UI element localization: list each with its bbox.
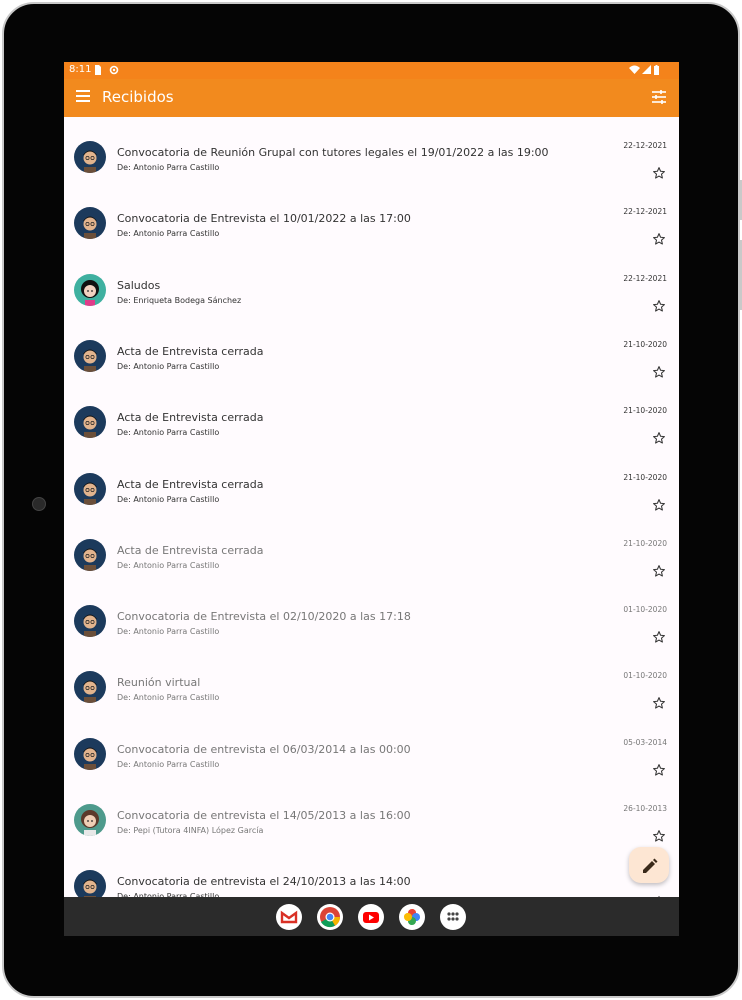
screen: 8:11 Recibidos Convocatoria de Reunión G…: [64, 62, 679, 936]
android-nav-bar: [64, 897, 679, 936]
message-item[interactable]: Acta de Entrevista cerrada De: Antonio Pa…: [64, 515, 679, 581]
star-icon[interactable]: [652, 695, 666, 709]
message-subject: Saludos: [117, 278, 161, 292]
message-subject: Convocatoria de entrevista el 06/03/2014…: [117, 742, 411, 756]
message-date: 01-10-2020: [623, 671, 667, 681]
message-date: 21-10-2020: [623, 339, 667, 349]
avatar: [74, 339, 106, 372]
avatar: [74, 671, 106, 704]
message-subject: Convocatoria de Entrevista el 02/10/2020…: [117, 610, 411, 624]
message-sender: De: Antonio Parra Castillo: [117, 229, 220, 239]
avatar: [74, 804, 106, 836]
page-title: Recibidos: [102, 88, 174, 106]
star-icon[interactable]: [652, 828, 666, 842]
message-sender: De: Antonio Parra Castillo: [117, 163, 220, 172]
avatar: [74, 737, 106, 770]
message-subject: Acta de Entrevista cerrada: [117, 477, 264, 491]
message-subject: Convocatoria de entrevista el 14/05/2013…: [117, 809, 411, 822]
message-item[interactable]: Acta de Entrevista cerrada De: Antonio Pa…: [64, 449, 679, 515]
message-item[interactable]: Convocatoria de Entrevista el 10/01/2022…: [64, 183, 679, 249]
status-time: 8:11: [69, 64, 92, 75]
avatar: [74, 406, 106, 439]
message-date: 22-12-2021: [623, 273, 667, 283]
message-date: 05-03-2014: [623, 737, 667, 747]
wifi-icon: [629, 65, 640, 75]
gmail-icon[interactable]: [276, 904, 302, 930]
message-date: 22-12-2021: [623, 141, 667, 150]
message-sender: De: Antonio Parra Castillo: [117, 428, 220, 438]
message-item[interactable]: Convocatoria de entrevista el 06/03/2014…: [64, 714, 679, 780]
message-sender: De: Antonio Parra Castillo: [117, 560, 220, 570]
menu-icon[interactable]: [76, 90, 90, 104]
message-subject: Reunión virtual: [117, 676, 201, 690]
message-sender: De: Enriqueta Bodega Sánchez: [117, 295, 242, 305]
message-list: Convocatoria de Reunión Grupal con tutor…: [64, 117, 679, 897]
avatar: [74, 870, 106, 897]
avatar: [74, 273, 106, 306]
message-item[interactable]: Saludos De: Enriqueta Bodega Sánchez 22-12…: [64, 250, 679, 316]
star-icon[interactable]: [652, 629, 666, 643]
star-icon[interactable]: [652, 364, 666, 378]
star-icon[interactable]: [652, 165, 666, 179]
avatar: [74, 141, 106, 173]
message-sender: De: Antonio Parra Castillo: [117, 627, 220, 637]
avatar: [74, 538, 106, 571]
photos-icon[interactable]: [399, 904, 425, 930]
message-date: 01-10-2020: [623, 605, 667, 615]
message-subject: Convocatoria de entrevista el 24/10/2013…: [117, 875, 411, 889]
message-item[interactable]: Acta de Entrevista cerrada De: Antonio Pa…: [64, 316, 679, 382]
message-sender: De: Antonio Parra Castillo: [117, 693, 220, 703]
message-sender: De: Antonio Parra Castillo: [117, 361, 220, 371]
message-date: 22-12-2021: [623, 207, 667, 217]
status-bar: 8:11: [64, 62, 679, 79]
pencil-icon: [643, 858, 658, 873]
message-subject: Convocatoria de Entrevista el 10/01/2022…: [117, 212, 411, 226]
message-item[interactable]: Acta de Entrevista cerrada De: Antonio Pa…: [64, 382, 679, 448]
message-date: 21-10-2020: [623, 472, 667, 482]
message-sender: De: Antonio Parra Castillo: [117, 759, 220, 769]
chrome-icon[interactable]: [317, 904, 343, 930]
message-subject: Acta de Entrevista cerrada: [117, 411, 264, 425]
message-item[interactable]: Convocatoria de entrevista el 14/05/2013…: [64, 780, 679, 846]
filter-icon[interactable]: [651, 89, 667, 105]
avatar: [74, 472, 106, 505]
battery-icon: [654, 65, 660, 75]
app-bar: Recibidos: [64, 79, 679, 117]
compose-button[interactable]: [629, 847, 669, 883]
message-subject: Acta de Entrevista cerrada: [117, 543, 264, 557]
message-item[interactable]: Convocatoria de Entrevista el 02/10/2020…: [64, 581, 679, 647]
message-sender: De: Pepi (Tutora 4INFA) López García: [117, 826, 264, 835]
message-date: 26-10-2013: [623, 804, 667, 813]
signal-icon: [642, 65, 651, 75]
message-sender: De: Antonio Parra Castillo: [117, 494, 220, 504]
star-icon[interactable]: [652, 563, 666, 577]
avatar: [74, 207, 106, 240]
settings-status-icon: [109, 65, 119, 75]
message-item[interactable]: Convocatoria de entrevista el 24/10/2013…: [64, 846, 679, 897]
message-item[interactable]: Reunión virtual De: Antonio Parra Castill…: [64, 647, 679, 713]
app-drawer-icon[interactable]: [440, 904, 466, 930]
message-subject: Convocatoria de Reunión Grupal con tutor…: [117, 146, 549, 159]
star-icon[interactable]: [652, 298, 666, 312]
youtube-icon[interactable]: [358, 904, 384, 930]
star-icon[interactable]: [652, 231, 666, 245]
message-item[interactable]: Convocatoria de Reunión Grupal con tutor…: [64, 117, 679, 183]
sim-icon: [94, 65, 102, 75]
message-subject: Acta de Entrevista cerrada: [117, 344, 264, 358]
star-icon[interactable]: [652, 430, 666, 444]
star-icon[interactable]: [652, 497, 666, 511]
avatar: [74, 605, 106, 638]
message-date: 21-10-2020: [623, 406, 667, 416]
star-icon[interactable]: [652, 762, 666, 776]
message-date: 21-10-2020: [623, 538, 667, 548]
front-camera: [32, 497, 46, 511]
